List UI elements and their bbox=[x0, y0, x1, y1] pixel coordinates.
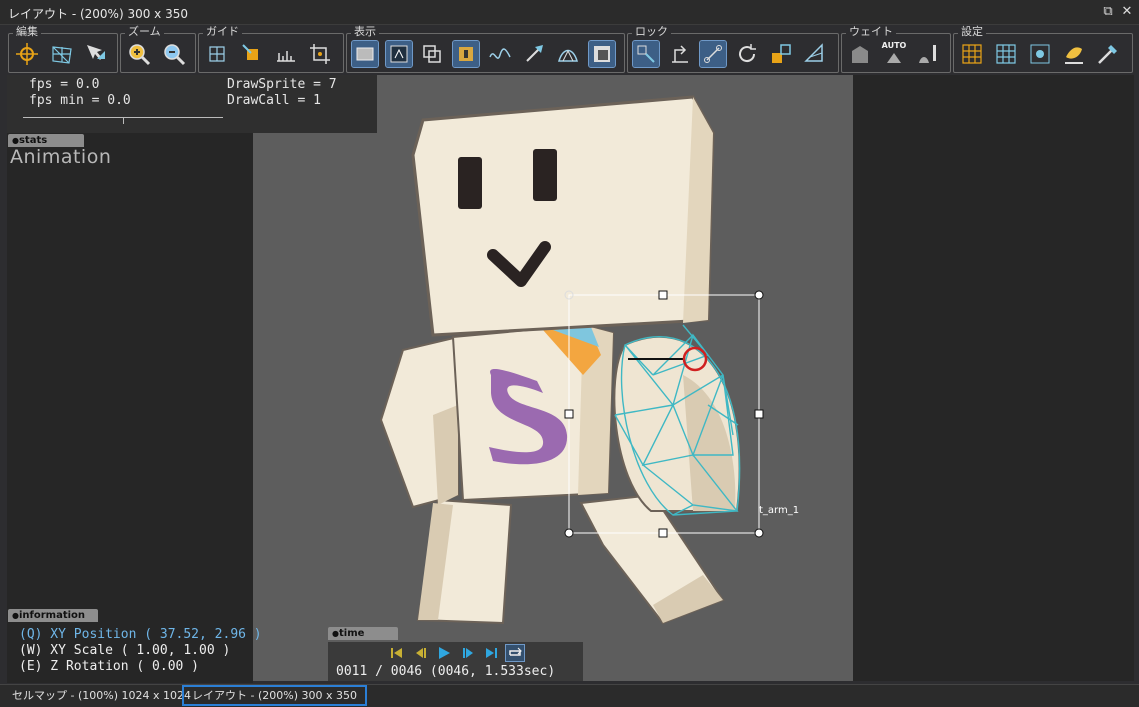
move-tool-icon[interactable] bbox=[14, 41, 40, 67]
stats-panel: fps = 0.0 fps min = 0.0 DrawSprite = 7 D… bbox=[7, 75, 377, 133]
last-frame-icon[interactable] bbox=[482, 645, 500, 661]
lock-position-icon[interactable] bbox=[632, 40, 660, 68]
fps-graph-tick bbox=[123, 117, 124, 124]
toolbar-group-label: 編集 bbox=[13, 25, 41, 39]
frame-counter: 0011 / 0046 (0046, 1.533sec) bbox=[336, 664, 556, 679]
lock-size-icon[interactable] bbox=[768, 41, 794, 67]
toolbar-group-label: ガイド bbox=[203, 25, 242, 39]
show-frame-icon[interactable] bbox=[351, 40, 379, 68]
fps-text: fps = 0.0 bbox=[29, 77, 100, 92]
toolbar: 編集 ズーム ガイド 表示 ロック ウェイト AUTO 設定 bbox=[0, 25, 1139, 73]
restore-icon[interactable]: ⧉ bbox=[1100, 4, 1116, 20]
part-label: t_arm_1 bbox=[759, 505, 800, 516]
weight-auto-button[interactable]: AUTO bbox=[881, 41, 907, 67]
time-tab[interactable]: time bbox=[328, 627, 398, 640]
toolbar-group-label: ズーム bbox=[125, 25, 164, 39]
time-panel: 0011 / 0046 (0046, 1.533sec) bbox=[328, 642, 583, 681]
weight-paint-icon[interactable] bbox=[847, 41, 873, 67]
xy-scale-text: (W) XY Scale ( 1.00, 1.00 ) bbox=[19, 643, 231, 658]
character-sprite bbox=[379, 95, 764, 625]
show-overlap-icon[interactable] bbox=[419, 41, 445, 67]
toolbar-group-label: ウェイト bbox=[846, 25, 896, 39]
xy-position-text: (Q) XY Position ( 37.52, 2.96 ) bbox=[19, 627, 262, 642]
next-frame-icon[interactable] bbox=[459, 645, 477, 661]
close-icon[interactable]: ✕ bbox=[1119, 4, 1135, 20]
show-curve-icon[interactable] bbox=[487, 41, 513, 67]
show-bone-icon[interactable] bbox=[521, 41, 547, 67]
zoom-out-icon[interactable] bbox=[161, 41, 187, 67]
tab-layout[interactable]: レイアウト - (200%) 300 x 350 bbox=[182, 685, 367, 706]
show-pivot-icon[interactable] bbox=[452, 40, 480, 68]
ruler-guide-icon[interactable] bbox=[273, 41, 299, 67]
toolbar-group-zoom: ズーム bbox=[120, 25, 196, 73]
toolbar-group-guide: ガイド bbox=[198, 25, 344, 73]
information-tab[interactable]: information bbox=[8, 609, 98, 622]
grid-settings-icon[interactable] bbox=[959, 41, 985, 67]
draw-call-text: DrawCall = 1 bbox=[227, 93, 321, 108]
window-titlebar: レイアウト - (200%) 300 x 350 ⧉ ✕ bbox=[0, 0, 1139, 25]
information-panel: (Q) XY Position ( 37.52, 2.96 ) (W) XY S… bbox=[7, 622, 262, 683]
show-weight-icon[interactable] bbox=[555, 41, 581, 67]
prev-frame-icon[interactable] bbox=[412, 645, 430, 661]
toolbar-group-settings: 設定 bbox=[953, 25, 1133, 73]
mesh-edit-icon[interactable] bbox=[49, 41, 75, 67]
lock-rotation-icon[interactable] bbox=[734, 41, 760, 67]
pick-settings-icon[interactable] bbox=[1095, 41, 1121, 67]
crop-guide-icon[interactable] bbox=[307, 41, 333, 67]
tab-cellmap[interactable]: セルマップ - (100%) 1024 x 1024 bbox=[4, 687, 199, 704]
animation-label: Animation bbox=[10, 146, 112, 168]
right-panel bbox=[853, 75, 1134, 681]
window-title: レイアウト - (200%) 300 x 350 bbox=[8, 7, 188, 21]
z-rotation-text: (E) Z Rotation ( 0.00 ) bbox=[19, 659, 200, 674]
show-image-icon[interactable] bbox=[385, 40, 413, 68]
loop-icon[interactable] bbox=[505, 644, 525, 662]
fps-min-text: fps min = 0.0 bbox=[29, 93, 131, 108]
show-mask-icon[interactable] bbox=[588, 40, 616, 68]
toolbar-group-weight: ウェイト AUTO bbox=[841, 25, 951, 73]
zoom-in-icon[interactable] bbox=[126, 41, 152, 67]
toolbar-group-lock: ロック bbox=[627, 25, 839, 73]
play-icon[interactable] bbox=[435, 645, 453, 661]
first-frame-icon[interactable] bbox=[388, 645, 406, 661]
statusbar: セルマップ - (100%) 1024 x 1024 レイアウト - (200%… bbox=[0, 684, 1139, 707]
toolbar-group-edit: 編集 bbox=[8, 25, 118, 73]
bone-select-icon[interactable] bbox=[83, 41, 109, 67]
lock-scale-icon[interactable] bbox=[667, 41, 693, 67]
grid-guide-icon[interactable] bbox=[204, 41, 230, 67]
fill-settings-icon[interactable] bbox=[1061, 41, 1087, 67]
toolbar-group-label: ロック bbox=[632, 25, 671, 39]
weight-brush-icon[interactable] bbox=[915, 41, 941, 67]
toolbar-group-label: 設定 bbox=[958, 25, 986, 39]
toolbar-group-view: 表示 bbox=[346, 25, 625, 73]
lock-mesh-icon[interactable] bbox=[802, 41, 828, 67]
lock-bone-icon[interactable] bbox=[699, 40, 727, 68]
layout-canvas[interactable]: t_arm_1 bbox=[253, 75, 853, 681]
draw-sprite-text: DrawSprite = 7 bbox=[227, 77, 337, 92]
toolbar-group-label: 表示 bbox=[351, 25, 379, 39]
origin-guide-icon[interactable] bbox=[239, 41, 265, 67]
weight-auto-label: AUTO bbox=[881, 41, 907, 50]
target-settings-icon[interactable] bbox=[1027, 41, 1053, 67]
mesh-settings-icon[interactable] bbox=[993, 41, 1019, 67]
